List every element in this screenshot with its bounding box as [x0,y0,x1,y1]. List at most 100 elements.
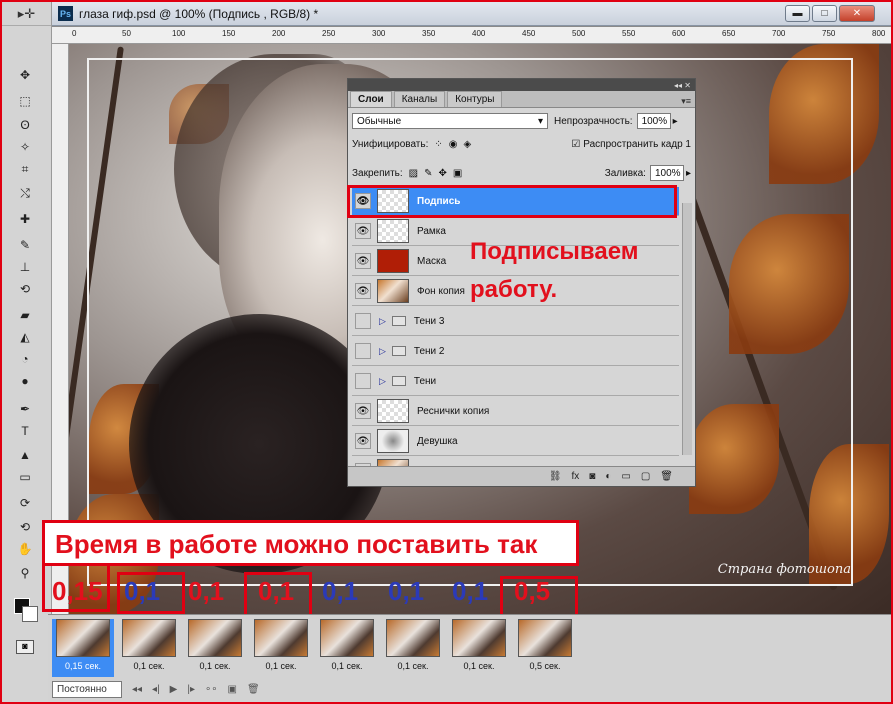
propagate-checkbox[interactable]: ☑ [571,139,580,150]
marquee-tool-icon[interactable]: ⬚ [14,92,36,110]
fill-input[interactable]: 100% [649,165,684,181]
tab-layers[interactable]: Слои [350,91,392,107]
delete-frame-icon[interactable]: 🗑 [247,684,260,695]
mask-icon[interactable]: ◙ [589,471,595,482]
highlight-box-layer [347,185,677,218]
fill-arrow-icon[interactable]: ▸ [686,168,691,179]
panel-collapse-icon[interactable]: ◂◂ ✕ [348,79,695,91]
stamp-tool-icon[interactable]: ⊥ [14,258,36,276]
new-layer-icon[interactable]: ▢ [641,471,650,482]
layer-row[interactable]: ▷ Тени 3 [352,307,679,336]
frame-delay[interactable]: 0,1 сек. [266,661,297,671]
animation-frame[interactable]: 0,1 сек. [118,619,180,677]
trash-icon[interactable]: 🗑 [660,471,673,482]
adjustment-icon[interactable]: ◐ [605,471,611,482]
eraser-tool-icon[interactable]: ▰ [14,306,36,324]
layers-bottom-bar: ⛓ fx ◙ ◐ ▭ ▢ 🗑 [348,466,695,486]
frame-delay[interactable]: 0,1 сек. [464,661,495,671]
hand-tool-icon[interactable]: ✋ [14,540,36,558]
3d-rotate-tool-icon[interactable]: ⟳ [14,494,36,512]
layer-row[interactable]: ▷ Тени [352,367,679,396]
layers-scrollbar[interactable] [682,203,692,455]
brush-tool-icon[interactable]: ✎ [14,236,36,254]
zoom-tool-icon[interactable]: ⚲ [14,564,36,582]
tab-paths[interactable]: Контуры [447,91,503,107]
expand-triangle-icon[interactable]: ▷ [379,376,386,387]
close-button[interactable]: ✕ [839,5,875,22]
healing-tool-icon[interactable]: ✚ [14,210,36,228]
animation-frame[interactable]: 0,1 сек. [316,619,378,677]
prev-frame-icon[interactable]: ◂| [152,684,160,695]
frame-delay[interactable]: 0,15 сек. [65,661,101,671]
crop-tool-icon[interactable]: ⌗ [14,160,36,178]
quick-select-tool-icon[interactable]: ✧ [14,138,36,156]
tab-channels[interactable]: Каналы [393,91,446,107]
visibility-eye-icon[interactable]: 👁 [355,403,371,419]
3d-orbit-tool-icon[interactable]: ⟲ [14,518,36,536]
next-frame-icon[interactable]: |▸ [187,684,195,695]
quick-mask-icon[interactable]: ◙ [16,640,34,654]
layer-row[interactable]: ▷ Тени 2 [352,337,679,366]
tween-icon[interactable]: ∘∘ [205,684,218,695]
unify-style-icon[interactable]: ◈ [464,139,472,150]
visibility-eye-icon[interactable]: 👁 [355,433,371,449]
minimize-button[interactable]: ▬ [785,5,810,22]
loop-select[interactable]: Постоянно [52,680,122,698]
animation-frame[interactable]: 0,1 сек. [184,619,246,677]
shape-tool-icon[interactable]: ▭ [14,468,36,486]
frame-delay[interactable]: 0,5 сек. [530,661,561,671]
horizontal-ruler[interactable]: 0 50 100 150 200 250 300 350 400 450 500 550 600 650 7… [52,27,891,44]
pen-tool-icon[interactable]: ✒ [14,400,36,418]
opacity-input[interactable]: 100% [636,113,671,129]
layer-row[interactable]: 👁 Реснички копия [352,397,679,426]
blend-mode-select[interactable]: Обычные ▾ [352,113,548,129]
duplicate-frame-icon[interactable]: ▣ [228,684,237,695]
expand-triangle-icon[interactable]: ▷ [379,346,386,357]
opacity-arrow-icon[interactable]: ▸ [673,116,678,127]
dodge-tool-icon[interactable]: ● [14,372,36,390]
animation-frame[interactable]: 0,5 сек. [514,619,576,677]
layer-row[interactable]: 👁 Девушка [352,427,679,456]
maximize-button[interactable]: □ [812,5,837,22]
animation-frame[interactable]: 0,15 сек. [52,619,114,677]
visibility-eye-icon[interactable] [355,343,371,359]
window-controls: ▬ □ ✕ [785,5,875,22]
lock-all-icon[interactable]: ▣ [453,168,462,179]
fx-icon[interactable]: fx [572,471,580,482]
lock-brush-icon[interactable]: ✎ [424,168,432,179]
lasso-tool-icon[interactable]: ʘ [14,116,36,134]
first-frame-icon[interactable]: ◂◂ [132,684,142,695]
background-color-swatch[interactable] [22,606,38,622]
type-tool-icon[interactable]: T [14,422,36,440]
bucket-tool-icon[interactable]: ◭ [14,328,36,346]
history-brush-icon[interactable]: ⟲ [14,280,36,298]
play-icon[interactable]: ▶ [170,684,178,695]
blur-tool-icon[interactable]: ◔ [14,350,36,368]
path-select-tool-icon[interactable]: ▲ [14,446,36,464]
frame-delay[interactable]: 0,1 сек. [134,661,165,671]
ruler-tick-label: 550 [622,29,636,38]
visibility-eye-icon[interactable]: 👁 [355,253,371,269]
folder-icon[interactable]: ▭ [621,471,630,482]
frame-delay[interactable]: 0,1 сек. [200,661,231,671]
visibility-eye-icon[interactable] [355,313,371,329]
panel-menu-icon[interactable]: ▾≡ [681,96,691,107]
lock-transparency-icon[interactable]: ▨ [409,168,418,179]
expand-triangle-icon[interactable]: ▷ [379,316,386,327]
eyedropper-tool-icon[interactable]: ⤭ [14,184,36,202]
tools-collapse-icon[interactable]: ▸✛ [2,2,51,26]
link-icon[interactable]: ⛓ [549,471,562,482]
visibility-eye-icon[interactable] [355,373,371,389]
frame-delay[interactable]: 0,1 сек. [332,661,363,671]
unify-position-icon[interactable]: ⁘ [434,139,442,150]
unify-visibility-icon[interactable]: ◉ [449,139,458,150]
animation-frame[interactable]: 0,1 сек. [382,619,444,677]
animation-frame[interactable]: 0,1 сек. [448,619,510,677]
visibility-eye-icon[interactable]: 👁 [355,223,371,239]
frame-delay[interactable]: 0,1 сек. [398,661,429,671]
lock-move-icon[interactable]: ✥ [439,168,447,179]
visibility-eye-icon[interactable]: 👁 [355,283,371,299]
move-tool-icon[interactable]: ✥ [14,66,36,84]
animation-frame[interactable]: 0,1 сек. [250,619,312,677]
frame-thumbnail [386,619,440,657]
